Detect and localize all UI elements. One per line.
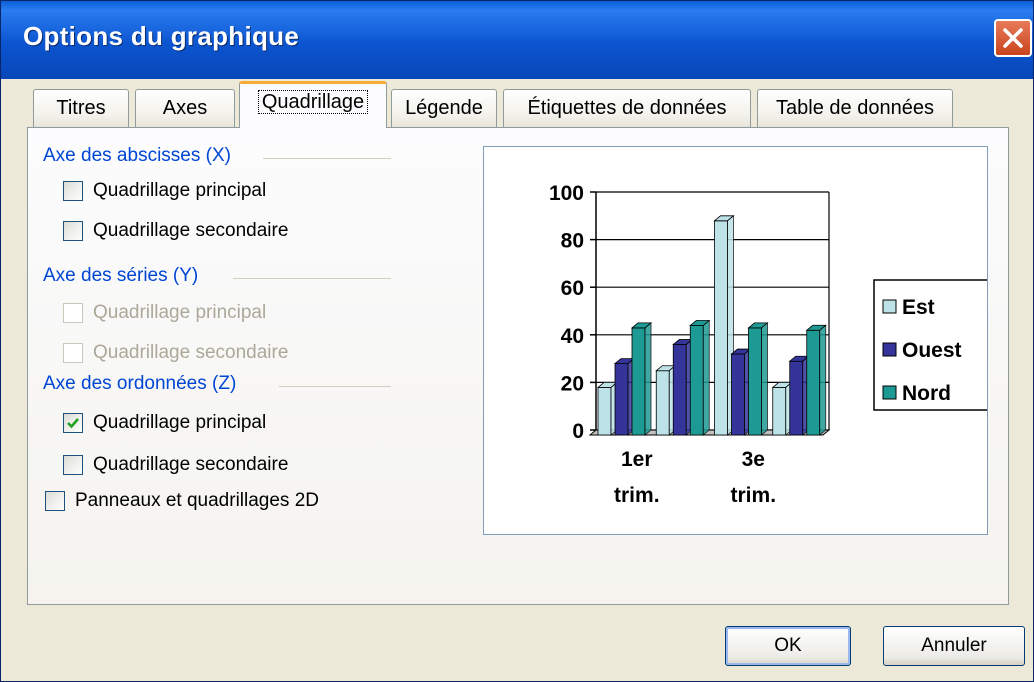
checkbox-box[interactable] bbox=[45, 491, 65, 511]
checkbox-label[interactable]: Panneaux et quadrillages 2D bbox=[75, 487, 319, 515]
group-label-x-axis: Axe des abscisses (X) bbox=[43, 145, 231, 166]
bar-nord bbox=[689, 325, 704, 436]
tab-axes[interactable]: Axes bbox=[135, 89, 235, 127]
y-tick-label: 20 bbox=[561, 372, 584, 395]
legend-swatch-nord bbox=[882, 385, 897, 400]
checkbox-box[interactable] bbox=[63, 455, 83, 475]
title-bar[interactable]: Options du graphique bbox=[1, 1, 1033, 79]
bar-nord bbox=[806, 329, 821, 436]
close-button[interactable] bbox=[994, 19, 1032, 57]
ok-button[interactable]: OK bbox=[725, 626, 851, 666]
group-label-z-axis: Axe des ordonnées (Z) bbox=[43, 373, 237, 394]
checkbox-box[interactable] bbox=[63, 181, 83, 201]
checkbox-box[interactable] bbox=[63, 221, 83, 241]
tab-etiquettes-de-donnees[interactable]: Étiquettes de données bbox=[503, 89, 751, 127]
bar-est bbox=[772, 386, 787, 436]
bar-nord bbox=[631, 327, 646, 436]
checkbox-box[interactable] bbox=[63, 413, 83, 433]
checkbox-label[interactable]: Quadrillage secondaire bbox=[93, 451, 288, 479]
group-divider bbox=[279, 386, 391, 387]
cancel-button[interactable]: Annuler bbox=[883, 626, 1025, 666]
checkmark-icon bbox=[67, 418, 79, 429]
checkbox-label: Quadrillage principal bbox=[93, 302, 267, 323]
x-tick-label: 3e bbox=[742, 448, 765, 471]
y-tick-label: 60 bbox=[561, 277, 584, 300]
y-tick-label: 100 bbox=[549, 182, 584, 205]
tab-table-de-donnees[interactable]: Table de données bbox=[757, 89, 953, 127]
group-label-y-axis: Axe des séries (Y) bbox=[43, 265, 199, 286]
chart-preview-svg: 0 20 40 60 80 100 1er trim. 3e trim. Est Ouest Nord bbox=[549, 182, 994, 507]
tab-quadrillage[interactable]: Quadrillage bbox=[239, 81, 387, 128]
legend-swatch-ouest bbox=[882, 342, 897, 357]
chart-options-dialog: Options du graphique Titres Axes Quadril… bbox=[0, 0, 1034, 682]
legend-swatch-est bbox=[882, 299, 897, 314]
group-divider bbox=[233, 278, 391, 279]
x-tick-label: trim. bbox=[614, 484, 660, 507]
bar-est bbox=[714, 220, 728, 436]
bar-nord bbox=[748, 327, 762, 436]
bar-side-nord bbox=[702, 319, 710, 436]
checkbox-label[interactable]: Quadrillage principal bbox=[93, 177, 266, 205]
close-icon bbox=[1003, 28, 1023, 48]
chart-preview: 0 20 40 60 80 100 1er trim. 3e trim. Est Ouest Nord bbox=[483, 146, 994, 535]
legend-label-est: Est bbox=[902, 296, 935, 319]
checkbox-box bbox=[63, 303, 83, 323]
bar-side-nord bbox=[819, 324, 827, 436]
bar-est bbox=[655, 370, 670, 436]
y-tick-label: 80 bbox=[561, 230, 584, 253]
x-tick-label: 1er bbox=[621, 448, 653, 471]
group-divider bbox=[263, 158, 391, 159]
legend-label-ouest: Ouest bbox=[902, 339, 962, 362]
bar-ouest bbox=[614, 363, 629, 436]
x-tick-label: trim. bbox=[731, 484, 777, 507]
checkbox-box bbox=[63, 343, 83, 363]
y-tick-label: 40 bbox=[561, 325, 584, 348]
legend-label-nord: Nord bbox=[902, 382, 951, 405]
bar-ouest bbox=[789, 360, 804, 436]
bar-est bbox=[597, 386, 612, 436]
bar-ouest bbox=[672, 344, 687, 436]
tab-legende[interactable]: Légende bbox=[391, 89, 497, 127]
checkbox-label[interactable]: Quadrillage principal bbox=[93, 409, 266, 437]
bar-side-nord bbox=[644, 322, 652, 436]
bar-ouest bbox=[731, 353, 745, 436]
bar-side-nord bbox=[761, 322, 768, 436]
checkbox-label[interactable]: Quadrillage secondaire bbox=[93, 217, 288, 245]
y-tick-label: 0 bbox=[572, 420, 584, 443]
checkbox-label: Quadrillage secondaire bbox=[93, 342, 289, 363]
tab-titres[interactable]: Titres bbox=[33, 89, 129, 127]
window-title: Options du graphique bbox=[23, 21, 300, 51]
